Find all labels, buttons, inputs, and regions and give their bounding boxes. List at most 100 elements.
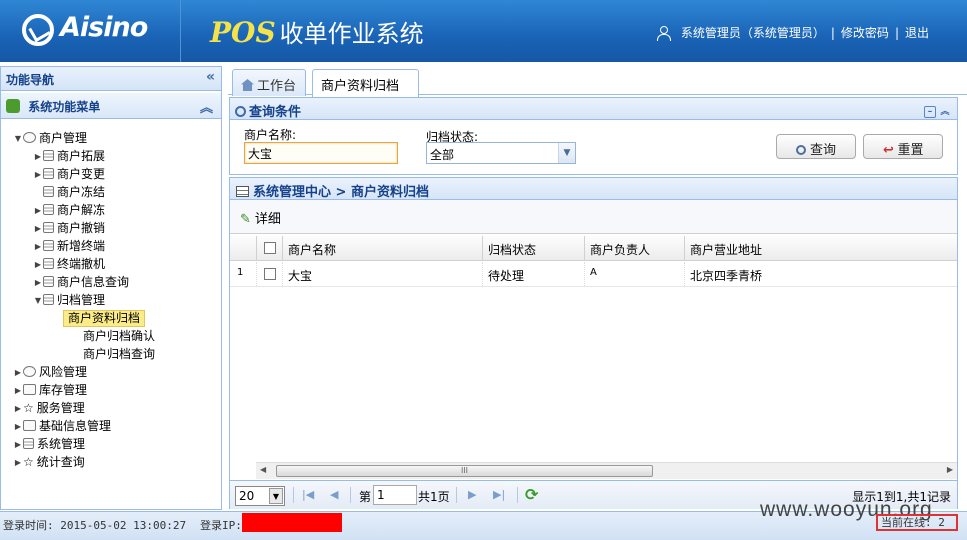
document-icon: [43, 150, 54, 161]
change-password-link[interactable]: 修改密码: [841, 24, 889, 41]
page-number-input[interactable]: 1: [373, 485, 417, 505]
tab-strip: 工作台 商户资料归档×: [228, 66, 967, 108]
column-header-archive-status[interactable]: 归档状态: [482, 236, 586, 260]
breadcrumb: 系统管理中心 > 商户资料归档: [253, 185, 429, 200]
page-size-select[interactable]: 20 ▼: [235, 486, 285, 506]
menu-panel-header[interactable]: 系统功能菜单 ︽: [1, 93, 221, 119]
grid-toolbar: ✎ 详细: [230, 200, 957, 234]
row-number: 1: [237, 267, 244, 278]
scroll-right-icon[interactable]: ▶: [947, 465, 953, 474]
document-icon: [43, 186, 54, 197]
expanded-arrow-icon[interactable]: ▼: [33, 292, 43, 310]
collapsed-arrow-icon[interactable]: ▶: [33, 274, 43, 292]
tab-workbench[interactable]: 工作台: [232, 69, 306, 96]
collapse-sidebar-icon[interactable]: «: [206, 69, 215, 85]
next-page-icon[interactable]: ▶: [468, 488, 476, 501]
tree-item-merchant-expand[interactable]: ▶ 商户拓展: [1, 147, 221, 165]
tree-item-merchant-management[interactable]: ▼ 商户管理: [1, 129, 221, 147]
collapsed-arrow-icon[interactable]: ▶: [13, 400, 23, 418]
pencil-icon: ✎: [240, 212, 251, 227]
archive-status-select[interactable]: 全部 ▼: [426, 142, 576, 164]
collapsed-arrow-icon[interactable]: ▶: [13, 364, 23, 382]
collapsed-arrow-icon[interactable]: ▶: [33, 202, 43, 220]
horizontal-scrollbar[interactable]: ◀ III ▶: [256, 462, 957, 479]
header-separator: |: [830, 25, 835, 40]
last-page-icon[interactable]: ▶|: [493, 488, 505, 501]
coin-icon: [23, 366, 36, 377]
tree-item-archive-confirm[interactable]: 商户归档确认: [1, 327, 221, 345]
tab-merchant-archive[interactable]: 商户资料归档×: [312, 69, 419, 108]
home-icon: [241, 79, 254, 91]
collapsed-arrow-icon[interactable]: ▶: [33, 256, 43, 274]
tree-item-statistics-query[interactable]: ▶ ☆ 统计查询: [1, 453, 221, 471]
tree-item-risk-management[interactable]: ▶ 风险管理: [1, 363, 221, 381]
chevron-down-icon[interactable]: ▼: [269, 488, 283, 504]
table-row[interactable]: 1 大宝 待处理 A 北京四季青桥: [230, 262, 957, 287]
minimize-icon[interactable]: –: [924, 106, 936, 118]
table-icon: [236, 186, 249, 197]
pager-divider: [350, 487, 351, 503]
column-header-merchant-name[interactable]: 商户名称: [282, 236, 482, 260]
scrollbar-thumb[interactable]: III: [276, 465, 653, 477]
star-icon: ☆: [23, 401, 34, 415]
column-header-owner[interactable]: 商户负责人: [584, 236, 684, 260]
app-window: Aisino POS 收单作业系统 系统管理员（系统管理员） | 修改密码 | 退…: [0, 0, 967, 540]
tree-item-add-terminal[interactable]: ▶ 新增终端: [1, 237, 221, 255]
tree-item-basic-info-management[interactable]: ▶ 基础信息管理: [1, 417, 221, 435]
tree-item-merchant-info-query[interactable]: ▶ 商户信息查询: [1, 273, 221, 291]
prev-page-icon[interactable]: ◀: [330, 488, 338, 501]
search-icon: [235, 106, 246, 117]
tree-item-service-management[interactable]: ▶ ☆ 服务管理: [1, 399, 221, 417]
tree-item-inventory-management[interactable]: ▶ 库存管理: [1, 381, 221, 399]
detail-button[interactable]: ✎ 详细: [240, 212, 281, 227]
row-number-header: [230, 236, 256, 260]
collapsed-arrow-icon[interactable]: ▶: [13, 418, 23, 436]
cell-owner: A: [584, 262, 684, 286]
column-header-address[interactable]: 商户营业地址: [684, 236, 957, 260]
collapsed-arrow-icon[interactable]: ▶: [13, 454, 23, 472]
brand-name: Aisino: [60, 12, 148, 43]
search-button[interactable]: 查询: [776, 134, 856, 159]
collapsed-arrow-icon[interactable]: ▶: [33, 238, 43, 256]
merchant-name-input[interactable]: 大宝: [244, 142, 398, 164]
row-checkbox[interactable]: [256, 262, 282, 286]
logout-link[interactable]: 退出: [905, 24, 929, 41]
tree-item-merchant-cancel[interactable]: ▶ 商户撤销: [1, 219, 221, 237]
reset-button[interactable]: ↪ 重置: [863, 134, 943, 159]
document-icon: [43, 276, 54, 287]
collapsed-arrow-icon[interactable]: ▶: [33, 220, 43, 238]
cell-archive-status: 待处理: [482, 262, 586, 286]
collapsed-arrow-icon[interactable]: ▶: [13, 436, 23, 454]
query-panel: 查询条件 – ︽ 商户名称: 大宝 归档状态: 全部 ▼ 查询 ↪ 重置: [229, 97, 958, 175]
system-title: POS 收单作业系统: [210, 14, 424, 49]
chevron-up-icon[interactable]: ︽: [200, 97, 213, 116]
grid-panel: 系统管理中心 > 商户资料归档 ✎ 详细 商户名称 归档状态 商户负责人 商户营业…: [229, 177, 958, 509]
tree-item-terminal-removal[interactable]: ▶ 终端撤机: [1, 255, 221, 273]
current-user: 系统管理员（系统管理员）: [680, 26, 825, 40]
tree-item-archive-management[interactable]: ▼ 归档管理: [1, 291, 221, 309]
collapsed-arrow-icon[interactable]: ▶: [33, 166, 43, 184]
chevron-up-icon[interactable]: ︽: [939, 107, 951, 119]
expanded-arrow-icon[interactable]: ▼: [13, 130, 23, 148]
tree-item-merchant-freeze[interactable]: 商户冻结: [1, 183, 221, 201]
tree-item-system-management[interactable]: ▶ 系统管理: [1, 435, 221, 453]
collapsed-arrow-icon[interactable]: ▶: [13, 382, 23, 400]
chevron-down-icon[interactable]: ▼: [558, 143, 575, 163]
document-icon: [43, 258, 54, 269]
nav-panel-header: 功能导航 «: [1, 67, 221, 91]
inbox-icon: [23, 384, 36, 395]
cell-merchant-name: 大宝: [282, 262, 482, 286]
undo-icon: ↪: [882, 143, 894, 158]
online-count: 当前在线: 2: [876, 514, 958, 531]
user-group-icon: [23, 132, 36, 143]
merchant-name-label: 商户名称:: [244, 128, 297, 142]
collapsed-arrow-icon[interactable]: ▶: [33, 148, 43, 166]
refresh-icon[interactable]: ⟳: [525, 485, 538, 504]
select-all-checkbox[interactable]: [256, 236, 282, 260]
tree-item-merchant-change[interactable]: ▶ 商户变更: [1, 165, 221, 183]
tree-item-merchant-archive[interactable]: 商户资料归档: [1, 309, 221, 327]
scroll-left-icon[interactable]: ◀: [260, 465, 266, 474]
tree-item-archive-query[interactable]: 商户归档查询: [1, 345, 221, 363]
first-page-icon[interactable]: |◀: [302, 488, 314, 501]
tree-item-merchant-unfreeze[interactable]: ▶ 商户解冻: [1, 201, 221, 219]
